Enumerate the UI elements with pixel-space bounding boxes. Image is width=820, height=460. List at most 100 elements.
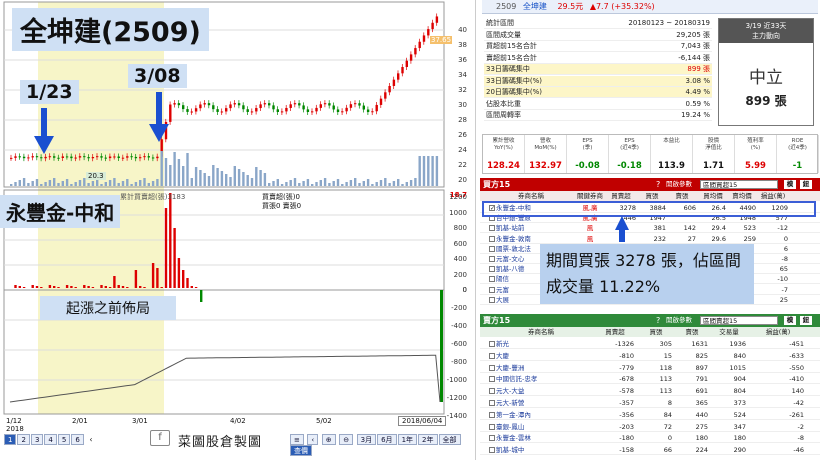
- row-checkbox[interactable]: [489, 388, 495, 395]
- row-checkbox[interactable]: [489, 435, 495, 442]
- buy-filter-button[interactable]: 模: [784, 180, 796, 189]
- sell-cell: -8: [797, 434, 804, 443]
- volume-bar: [276, 179, 279, 186]
- sell-setting-button[interactable]: 鈕: [800, 316, 812, 325]
- volume-bar: [371, 184, 374, 186]
- sell-row[interactable]: 臺銀-鳳山 -203 72 275 347 -2: [480, 422, 820, 432]
- sell-row[interactable]: 大慶 -810 15 825 840 -633: [480, 351, 820, 361]
- sell-row[interactable]: 第一金-潭內 -356 84 440 524 -261: [480, 410, 820, 420]
- page-button-5[interactable]: 5: [57, 434, 71, 445]
- row-checkbox[interactable]: [489, 225, 495, 232]
- buy-col-header[interactable]: 損益(萬): [758, 191, 788, 201]
- financial-grid: 累計營收 YoY(%) 128.24 營收 MoM(%) 132.97 EPS (季) -…: [482, 134, 819, 174]
- volume-bar: [289, 180, 292, 186]
- candle-body: [61, 156, 64, 158]
- row-checkbox[interactable]: [489, 400, 495, 406]
- sell-cell: 第一金-潭內: [496, 410, 531, 419]
- sell-filter-button[interactable]: 模: [784, 316, 796, 325]
- page-button-4[interactable]: 4: [44, 434, 57, 445]
- zoom-out-icon[interactable]: ⊖: [339, 434, 354, 445]
- row-checkbox[interactable]: [489, 352, 495, 359]
- row-checkbox[interactable]: [489, 411, 495, 418]
- buy-cell: -10: [777, 275, 788, 284]
- x-label-0402: 4/02: [230, 417, 246, 425]
- volume-bar: [121, 181, 125, 186]
- info-panel: 2509 全坤建 29.5元 ▲7.7 (+35.32%) 統計區間 201801…: [480, 0, 820, 460]
- scroll-icon[interactable]: ≡: [290, 434, 304, 445]
- buy-col-header[interactable]: 買賣超: [606, 191, 636, 201]
- buy-col-header[interactable]: 賣張: [668, 191, 696, 201]
- sell-cell: -2: [797, 422, 804, 431]
- sell-period-select[interactable]: 區間賣超15: [700, 316, 778, 325]
- row-checkbox[interactable]: [489, 423, 495, 430]
- buy-help-icon[interactable]: ?: [656, 178, 660, 191]
- buy-bar: [190, 286, 193, 288]
- page-button-6[interactable]: 6: [71, 434, 84, 445]
- page-button-3[interactable]: 3: [30, 434, 44, 445]
- buy-setting-button[interactable]: 鈕: [800, 180, 812, 189]
- sell-row[interactable]: 元大-大益 -578 113 691 804 140: [480, 386, 820, 397]
- row-checkbox[interactable]: [489, 276, 495, 283]
- buy-row[interactable]: 永豐金-敦南 風 232 27 29.6 259 0: [480, 234, 820, 244]
- sell-cell: 大慶: [496, 351, 509, 360]
- sell-row[interactable]: 新光 -1326 305 1631 1936 -451: [480, 339, 820, 349]
- zoom-button-2[interactable]: 1年: [397, 434, 418, 445]
- sell-row[interactable]: 永豐金-雲林 -180 0 180 180 -8: [480, 433, 820, 444]
- row-checkbox[interactable]: [489, 266, 495, 273]
- row-checkbox[interactable]: [489, 447, 495, 454]
- buy-col-header[interactable]: 買均價: [700, 191, 726, 201]
- buy-col-header[interactable]: 買張: [638, 191, 666, 201]
- zoom-button-4[interactable]: 全部: [438, 434, 461, 445]
- sell-cell: 72: [663, 422, 672, 431]
- zoom-button-3[interactable]: 2年: [418, 434, 438, 445]
- volume-bar: [354, 178, 357, 186]
- volume-tick: 1000: [449, 208, 467, 217]
- zoom-button-1[interactable]: 6月: [377, 434, 397, 445]
- buy-row[interactable]: 凱基-站前 風 381 142 29.4 523 -12: [480, 223, 820, 234]
- sell-row[interactable]: 中國信託-忠孝 -678 113 791 904 -410: [480, 374, 820, 385]
- sell-col-header[interactable]: 買張: [640, 327, 672, 337]
- sell-row[interactable]: 元大-新營 -357 8 365 373 -42: [480, 398, 820, 408]
- sell-cell: -357: [619, 399, 634, 407]
- sell-col-header[interactable]: 賣張: [676, 327, 708, 337]
- zoom-button-5[interactable]: 查價: [290, 445, 312, 456]
- row-checkbox[interactable]: [489, 296, 495, 303]
- header-name[interactable]: 全坤建: [523, 2, 547, 11]
- page-button-1[interactable]: 1: [4, 434, 17, 445]
- fin-value: 5.99: [735, 159, 777, 173]
- sell-cell: 904: [733, 375, 746, 384]
- row-checkbox[interactable]: [489, 256, 495, 262]
- buy-col-header[interactable]: 關鍵券商: [576, 191, 604, 201]
- x-label-0112: 1/12 2018: [6, 417, 24, 433]
- candle-body: [268, 103, 271, 106]
- sell-col-header[interactable]: 損益(萬): [752, 327, 804, 337]
- page-button-2[interactable]: 2: [17, 434, 30, 445]
- row-checkbox[interactable]: [489, 245, 495, 252]
- sell-col-header[interactable]: 券商名稱: [496, 327, 586, 337]
- candle-body: [276, 109, 279, 112]
- sell-cell: 275: [695, 422, 708, 431]
- buy-col-header[interactable]: 賣均價: [728, 191, 756, 201]
- sell-row[interactable]: 大慶-豐洲 -779 118 897 1015 -550: [480, 363, 820, 373]
- row-checkbox[interactable]: [489, 341, 495, 347]
- candle-body: [96, 156, 99, 158]
- buy-period-select[interactable]: 區間買超15: [700, 180, 778, 189]
- sell-row[interactable]: 凱基-城中 -158 66 224 290 -46: [480, 445, 820, 456]
- back-icon[interactable]: ‹: [307, 434, 319, 445]
- row-checkbox[interactable]: [489, 286, 495, 293]
- volume-bar: [10, 184, 13, 186]
- sell-col-header[interactable]: 買賣超: [596, 327, 634, 337]
- row-checkbox[interactable]: [489, 235, 495, 242]
- sell-cell: 804: [733, 387, 746, 396]
- zoom-button-0[interactable]: 3月: [356, 434, 377, 445]
- prev-page-icon[interactable]: ‹: [89, 435, 92, 444]
- sell-cell: 新光: [496, 340, 509, 348]
- buy-col-header[interactable]: 券商名稱: [496, 191, 566, 201]
- zoom-in-icon[interactable]: ⊕: [321, 434, 336, 445]
- candle-body: [302, 105, 305, 110]
- sell-col-header[interactable]: 交易量: [712, 327, 746, 337]
- sell-help-icon[interactable]: ?: [656, 314, 660, 327]
- row-checkbox[interactable]: [489, 376, 495, 383]
- row-checkbox[interactable]: [489, 364, 495, 371]
- buy-cell: 0: [783, 234, 788, 243]
